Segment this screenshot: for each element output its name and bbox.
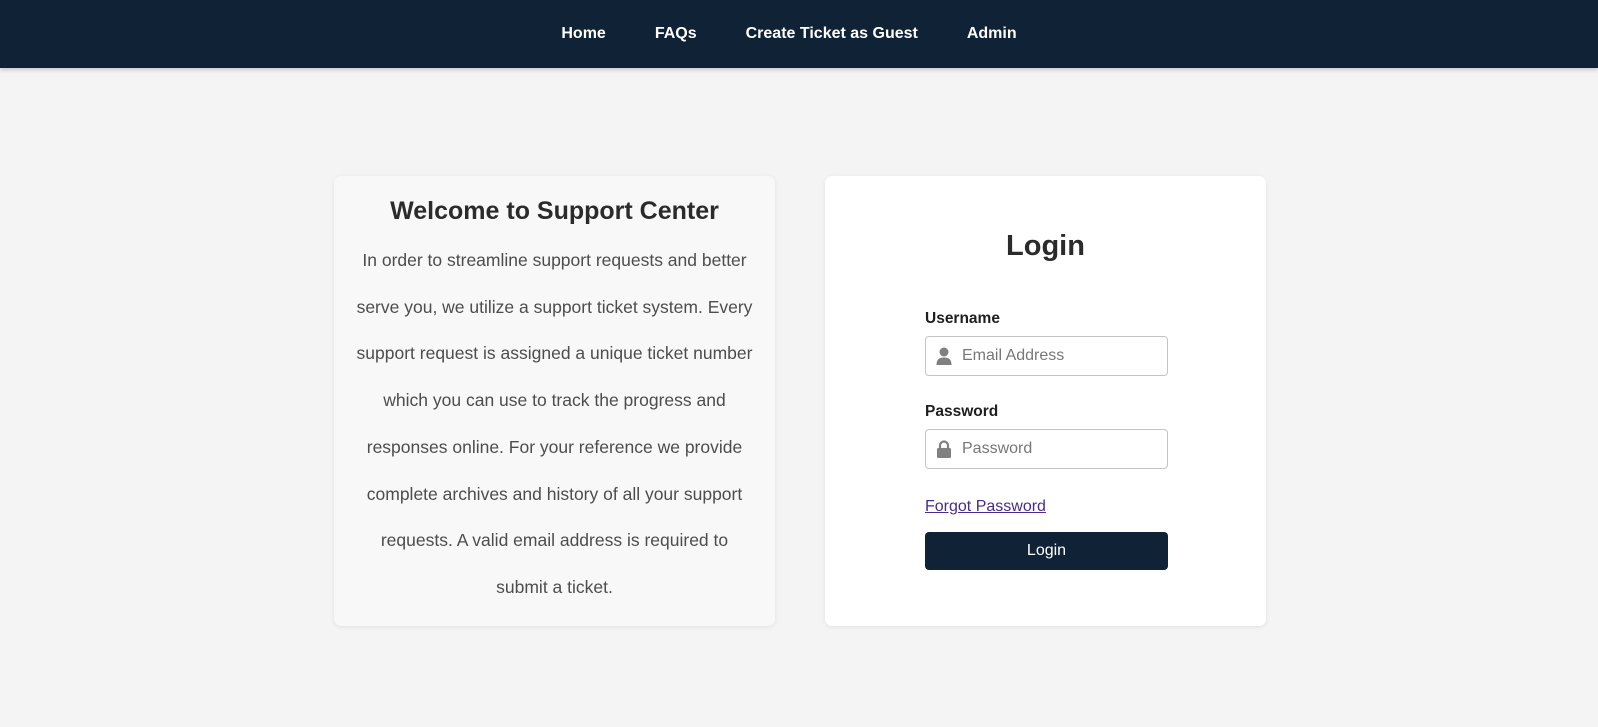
forgot-password-link[interactable]: Forgot Password [925,498,1046,516]
nav-admin-link[interactable]: Admin [942,25,1041,43]
nav-create-ticket-link[interactable]: Create Ticket as Guest [721,25,942,43]
nav-faqs-link[interactable]: FAQs [630,25,721,43]
password-field [925,429,1168,469]
username-input[interactable] [962,347,1157,365]
welcome-text: In order to streamline support requests … [356,250,753,597]
user-icon [926,337,962,375]
welcome-card: Welcome to Support Center In order to st… [334,176,775,626]
lock-icon [926,430,962,468]
password-label: Password [925,403,999,420]
top-navbar: Home FAQs Create Ticket as Guest Admin [0,0,1598,68]
password-input[interactable] [962,440,1157,458]
nav-links: Home FAQs Create Ticket as Guest Admin [537,25,1041,43]
welcome-title: Welcome to Support Center [390,197,719,225]
login-title: Login [1006,230,1085,262]
username-field [925,336,1168,376]
username-label: Username [925,310,1000,327]
login-button[interactable]: Login [925,532,1168,570]
nav-home-link[interactable]: Home [537,25,630,43]
login-card: Login Username Password Forgot Password … [825,176,1266,626]
